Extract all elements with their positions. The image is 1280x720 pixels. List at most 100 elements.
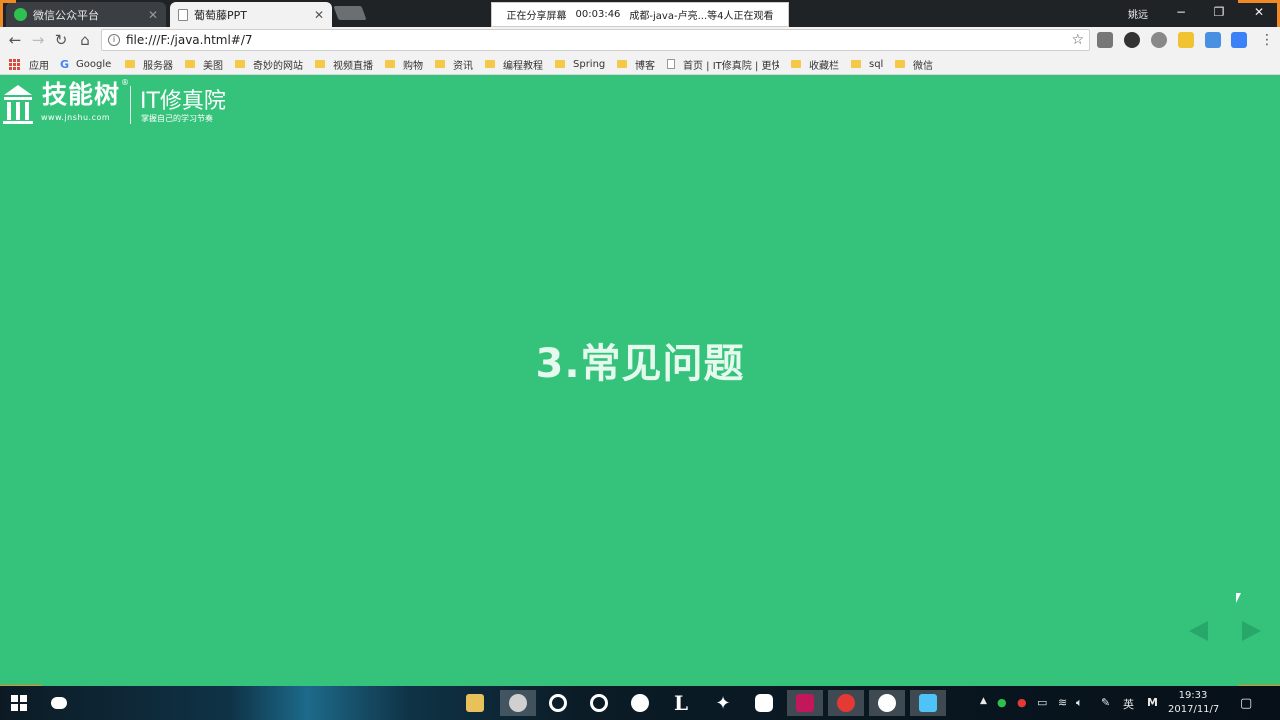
notification-icon[interactable]: ▢ [1240, 696, 1252, 711]
steam-icon[interactable] [625, 690, 655, 716]
tab-title: 微信公众平台 [33, 8, 99, 22]
file-explorer-icon[interactable] [460, 690, 490, 716]
volume-icon[interactable]: 🔈︎ [1076, 696, 1083, 710]
clock-date: 2017/11/7 [1168, 704, 1220, 715]
next-slide-icon[interactable] [1242, 621, 1261, 641]
cortana-icon[interactable] [44, 690, 74, 716]
bookmark-folder[interactable]: 编程教程 [485, 56, 543, 72]
folder-icon [235, 60, 245, 68]
bookmark-label: 资讯 [453, 60, 473, 72]
bookmark-page[interactable]: 首页 | IT修真院 | 更快 [667, 56, 779, 72]
folder-icon [435, 60, 445, 68]
bookmark-folder[interactable]: Spring [555, 56, 605, 72]
screen-app-icon[interactable] [910, 690, 946, 716]
bookmark-google[interactable]: G Google [60, 56, 111, 72]
sublime-icon[interactable] [749, 690, 779, 716]
menu-icon[interactable]: ⋮ [1258, 31, 1276, 49]
bookmark-label: sql [869, 58, 884, 70]
bookmark-label: 视频直播 [333, 60, 373, 72]
bookmark-folder[interactable]: 服务器 [125, 56, 173, 72]
blue-extension-icon[interactable] [1231, 32, 1247, 48]
folder-icon [485, 60, 495, 68]
page-icon [667, 59, 675, 69]
snail-icon[interactable] [828, 690, 864, 716]
windows-start-icon[interactable] [4, 690, 34, 716]
slide-heading: 3.常见问题 [535, 341, 745, 387]
share-frame-corner [1238, 0, 1280, 3]
mouse-cursor-icon [1236, 593, 1241, 603]
logo-site: www.jnshu.com [41, 113, 111, 122]
close-window-button[interactable]: ✕ [1240, 3, 1278, 21]
es-extension-icon[interactable] [1097, 32, 1113, 48]
folder-icon [851, 60, 861, 68]
prev-slide-icon[interactable] [1189, 621, 1208, 641]
tab-ppt[interactable]: 葡萄藤PPT ✕ [170, 2, 332, 27]
back-icon[interactable]: ← [6, 31, 24, 49]
pen-icon[interactable]: ✎ [1101, 696, 1110, 709]
input-language[interactable]: 英 [1123, 696, 1134, 712]
notes-extension-icon[interactable] [1178, 32, 1194, 48]
browser-toolbar: ← → ↻ ⌂ i file:///F:/java.html#/7 ☆ ⋮ [0, 27, 1280, 53]
bookmark-label: 编程教程 [503, 60, 543, 72]
bookmark-folder[interactable]: 资讯 [435, 56, 473, 72]
bookmark-folder[interactable]: 收藏栏 [791, 56, 839, 72]
wordpress-extension-icon[interactable] [1151, 32, 1167, 48]
bookmark-label: 微信 [913, 60, 933, 72]
battery-icon[interactable]: ▭ [1037, 696, 1047, 709]
gear-app-icon[interactable] [869, 690, 905, 716]
forward-icon[interactable]: → [29, 31, 47, 49]
folder-icon [315, 60, 325, 68]
bookmark-star-icon[interactable]: ☆ [1071, 32, 1084, 48]
profile-name[interactable]: 姚远 [1128, 6, 1148, 21]
restore-button[interactable]: ❐ [1200, 3, 1238, 21]
tab-title: 葡萄藤PPT [194, 8, 247, 22]
ime-mode[interactable]: M [1147, 696, 1158, 709]
logo-slogan: 掌握自己的学习节奏 [141, 114, 213, 123]
new-tab-button[interactable] [333, 6, 367, 20]
bookmark-folder[interactable]: 微信 [895, 56, 933, 72]
clock[interactable]: 19:33 2017/11/7 [1168, 689, 1220, 717]
settings-icon[interactable] [500, 690, 536, 716]
temple-logo-icon [3, 85, 33, 124]
bookmark-folder[interactable]: 奇妙的网站 [235, 56, 303, 72]
slide: 技能树 ® www.jnshu.com IT修真院 掌握自己的学习节奏 3.常见… [0, 76, 1280, 685]
tray-expand-icon[interactable]: ▲ [980, 696, 987, 706]
bookmark-folder[interactable]: 视频直播 [315, 56, 373, 72]
bookmark-folder[interactable]: 美图 [185, 56, 223, 72]
close-tab-icon[interactable]: ✕ [148, 8, 158, 22]
apps-grid-icon [9, 58, 20, 70]
minimize-button[interactable]: − [1162, 3, 1200, 21]
chrome-icon[interactable] [543, 690, 573, 716]
share-status: 正在分享屏幕 [506, 11, 567, 22]
reload-icon[interactable]: ↻ [52, 31, 70, 49]
logo-divider [130, 86, 131, 124]
home-icon[interactable]: ⌂ [76, 31, 94, 49]
info-icon[interactable]: i [108, 34, 120, 46]
bookmark-folder[interactable]: 购物 [385, 56, 423, 72]
google-icon: G [60, 57, 70, 71]
bookmark-label: 美图 [203, 60, 223, 72]
off-extension-icon[interactable] [1205, 32, 1221, 48]
screen-share-bar: 正在分享屏幕 00:03:46 成都-java-卢亮...等4人正在观看 [491, 2, 789, 27]
red-tray-icon[interactable]: ● [1017, 696, 1027, 709]
url-text: file:///F:/java.html#/7 [126, 33, 253, 47]
bookmark-apps[interactable]: 应用 [9, 56, 49, 72]
vscode-icon[interactable]: ✦ [708, 690, 738, 716]
folder-icon [617, 60, 627, 68]
bookmark-folder[interactable]: 博客 [617, 56, 655, 72]
netease-music-icon[interactable] [584, 690, 614, 716]
intellij-icon[interactable] [787, 690, 823, 716]
network-icon[interactable]: ≋ [1058, 696, 1067, 709]
tab-wechat[interactable]: 微信公众平台 ✕ [6, 2, 166, 27]
folder-icon [895, 60, 905, 68]
bookmark-label: Google [76, 58, 112, 70]
bookmark-label: 购物 [403, 60, 423, 72]
address-bar[interactable]: i file:///F:/java.html#/7 ☆ [101, 29, 1090, 51]
l-app-icon[interactable]: L [666, 690, 696, 716]
bookmark-label: 奇妙的网站 [253, 60, 303, 72]
taskbar: L ✦ ▲ ● ● ▭ ≋ 🔈︎ ✎ 英 M 19:33 2017/11/7 ▢ [0, 686, 1280, 720]
wechat-tray-icon[interactable]: ● [997, 696, 1007, 709]
circle-extension-icon[interactable] [1124, 32, 1140, 48]
bookmark-folder[interactable]: sql [851, 56, 883, 72]
close-tab-icon[interactable]: ✕ [314, 8, 324, 22]
